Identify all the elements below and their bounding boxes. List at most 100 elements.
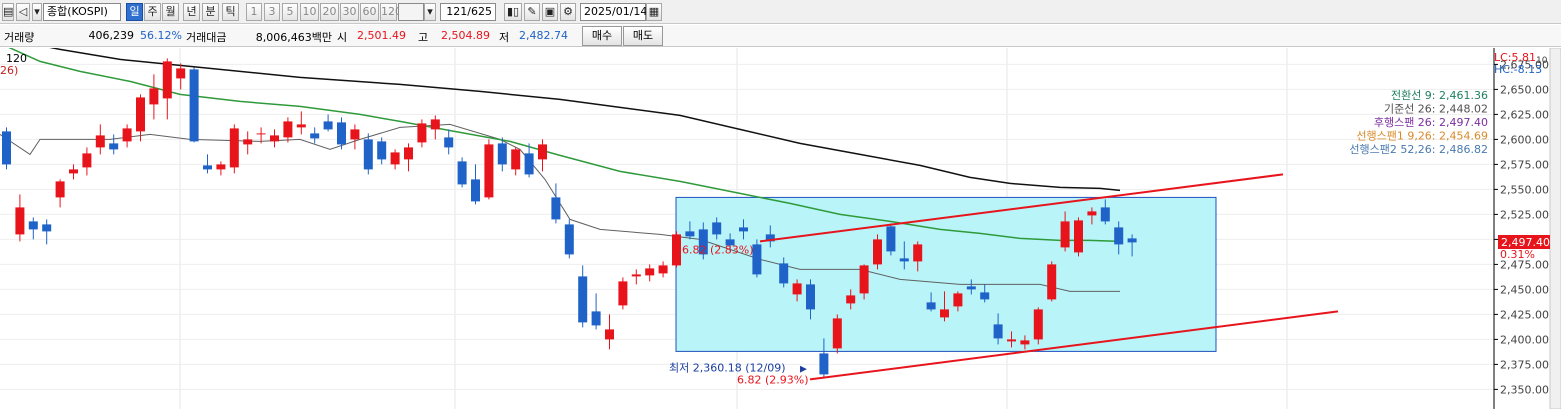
interval-120[interactable]: 120 bbox=[380, 3, 402, 21]
candle-body bbox=[538, 144, 547, 160]
candle bbox=[189, 67, 199, 143]
candle bbox=[270, 129, 279, 148]
candle-body bbox=[645, 268, 655, 276]
pen-icon: ✎ bbox=[527, 5, 537, 18]
candle-body bbox=[524, 153, 534, 175]
candle bbox=[511, 147, 521, 176]
candle-body bbox=[1074, 220, 1083, 253]
candle bbox=[136, 94, 145, 142]
axis-tick-label: 2,350.00 bbox=[1500, 383, 1549, 396]
candle-body bbox=[859, 265, 869, 294]
candle bbox=[2, 127, 11, 170]
amount-value: 8,006,463백만 bbox=[255, 31, 332, 44]
current-pct: 0.31% bbox=[1500, 248, 1535, 261]
buy-button[interactable]: 매수 bbox=[582, 26, 622, 46]
interval-60[interactable]: 60 bbox=[360, 3, 379, 21]
interval-dropdown[interactable]: ▾ bbox=[424, 3, 436, 21]
calendar-icon: ▦ bbox=[648, 5, 660, 18]
indicator-legend: 전환선 9: 2,461.36기준선 26: 2,448.02후행스팬 26: … bbox=[1349, 89, 1488, 156]
speaker-icon: ◁ bbox=[18, 5, 28, 18]
axis-tick-label: 2,525.00 bbox=[1500, 208, 1549, 221]
audio-button[interactable]: ◁ bbox=[16, 3, 30, 21]
candle-body bbox=[203, 165, 212, 170]
candle bbox=[15, 194, 25, 242]
candle bbox=[564, 219, 574, 259]
draw-tool-button[interactable]: ✎ bbox=[524, 3, 540, 21]
page-indicator: 121/625 bbox=[440, 3, 496, 21]
candle-body bbox=[913, 244, 923, 262]
candle bbox=[605, 314, 614, 350]
candle-body bbox=[511, 149, 521, 170]
candle-body bbox=[940, 309, 949, 318]
axis-tick-label: 2,400.00 bbox=[1500, 333, 1549, 346]
candle-body bbox=[658, 265, 668, 274]
candle-body bbox=[323, 121, 333, 130]
candle bbox=[377, 137, 387, 165]
candle-body bbox=[605, 329, 614, 340]
candle-body bbox=[457, 161, 467, 185]
candle-body bbox=[846, 295, 856, 304]
candle-body bbox=[752, 244, 762, 275]
candle-body bbox=[42, 224, 52, 232]
settings-button[interactable]: ⚙ bbox=[560, 3, 576, 21]
candle bbox=[645, 264, 655, 282]
candle-body bbox=[122, 128, 132, 142]
candle-body bbox=[390, 152, 400, 165]
menu-button[interactable]: ▤ bbox=[2, 3, 14, 21]
interval-3[interactable]: 3 bbox=[264, 3, 280, 21]
date-input[interactable]: 2025/01/14 bbox=[580, 3, 647, 21]
interval-input[interactable] bbox=[398, 3, 424, 21]
period-day[interactable]: 일 bbox=[126, 3, 143, 21]
candle bbox=[578, 265, 588, 328]
candle bbox=[658, 261, 668, 278]
chevron-down-icon: ▾ bbox=[427, 5, 433, 18]
candle bbox=[631, 269, 641, 285]
interval-10[interactable]: 10 bbox=[300, 3, 319, 21]
candle-body bbox=[899, 258, 909, 262]
candle-body bbox=[162, 61, 172, 99]
high-label: 고 bbox=[418, 31, 429, 44]
candle-body bbox=[1033, 309, 1043, 340]
candle-body bbox=[310, 133, 320, 139]
chart-type-button[interactable]: ▮▯ bbox=[504, 3, 522, 21]
calendar-button[interactable]: ▦ bbox=[646, 3, 662, 21]
interval-5[interactable]: 5 bbox=[282, 3, 298, 21]
gear-icon: ⚙ bbox=[563, 5, 573, 18]
market-select[interactable]: 종합(KOSPI) bbox=[43, 3, 121, 21]
save-button[interactable]: ▣ bbox=[542, 3, 558, 21]
candle-body bbox=[886, 226, 896, 252]
candle bbox=[28, 217, 38, 240]
candle-body bbox=[176, 68, 186, 79]
candle bbox=[672, 231, 681, 268]
legend-item: 기준선 26: 2,448.02 bbox=[1384, 103, 1488, 116]
candle-body bbox=[832, 318, 842, 349]
toolbar: ▤ ◁ ▾ 종합(KOSPI) 일 주 월 년 분 틱 1 3 5 10 20 … bbox=[0, 0, 1561, 24]
candle-body bbox=[243, 139, 253, 145]
candle-body bbox=[28, 221, 38, 230]
axis-tick-label: 2,575.00 bbox=[1500, 158, 1549, 171]
candle-body bbox=[189, 69, 199, 142]
candle bbox=[42, 219, 52, 245]
candle-body bbox=[980, 292, 990, 300]
chevron-down-icon: ▾ bbox=[34, 5, 40, 18]
candle-body bbox=[631, 274, 641, 277]
period-month[interactable]: 월 bbox=[162, 3, 179, 21]
interval-1[interactable]: 1 bbox=[246, 3, 262, 21]
amount-label: 거래대금 bbox=[186, 31, 227, 44]
candle bbox=[484, 139, 494, 200]
period-year[interactable]: 년 bbox=[183, 3, 200, 21]
price-chart[interactable]: 2,350.00 2,375.00 2,400.00 2,425.00 2,450.00… bbox=[0, 48, 1561, 409]
dropdown-button[interactable]: ▾ bbox=[32, 3, 42, 21]
legend-item: 전환선 9: 2,461.36 bbox=[1391, 89, 1488, 102]
candle-body bbox=[497, 143, 507, 165]
interval-30[interactable]: 30 bbox=[340, 3, 359, 21]
candle bbox=[176, 63, 186, 90]
interval-20[interactable]: 20 bbox=[320, 3, 339, 21]
sell-button[interactable]: 매도 bbox=[623, 26, 663, 46]
candle-body bbox=[1100, 207, 1110, 222]
period-minute[interactable]: 분 bbox=[202, 3, 219, 21]
period-week[interactable]: 주 bbox=[144, 3, 161, 21]
candle-body bbox=[1047, 264, 1057, 300]
candle bbox=[832, 314, 842, 354]
period-tick[interactable]: 틱 bbox=[222, 3, 239, 21]
